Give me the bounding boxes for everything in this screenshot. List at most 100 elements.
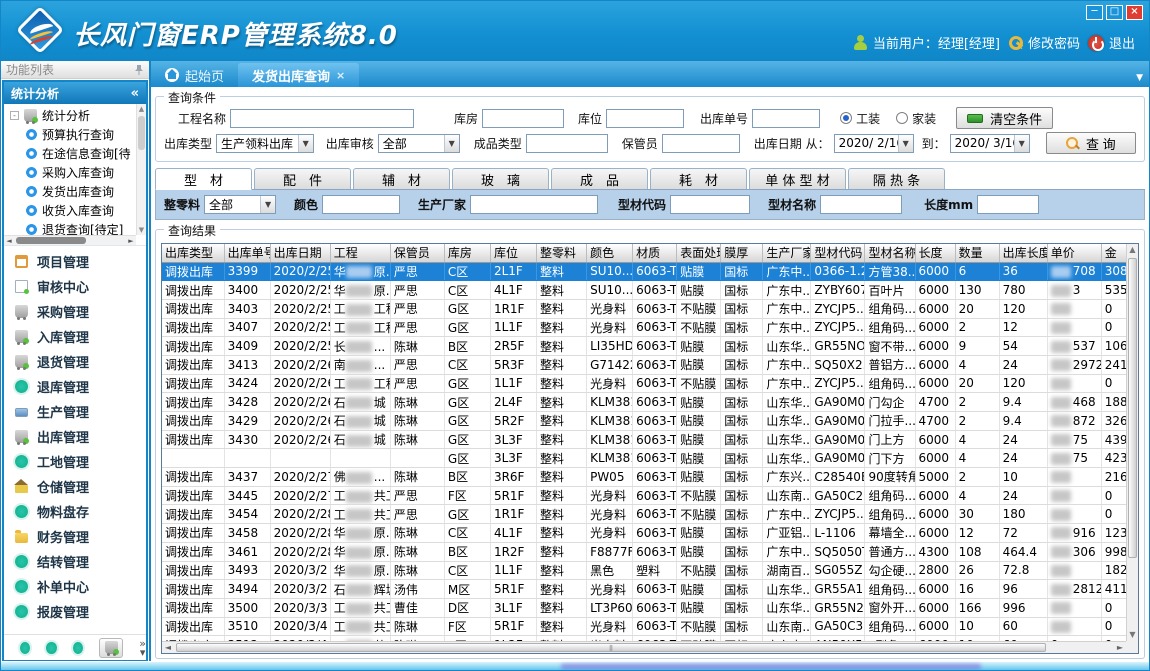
module-dot-button-1[interactable] (20, 642, 30, 654)
scroll-down-icon[interactable]: ▼ (1127, 629, 1138, 641)
grid-row[interactable]: 调拨出库34032020/2/25工工程严思G区1R1F整料光身料6063-T5… (162, 299, 1126, 318)
sidebar-module-15[interactable]: 报废管理 (4, 599, 146, 624)
grid-column-header[interactable]: 库位 (490, 244, 536, 262)
minimize-button[interactable]: ─ (1086, 5, 1103, 20)
sidebar-module-11[interactable]: 物料盘存 (4, 499, 146, 524)
grid-row[interactable]: 调拨出库34542020/2/28工共工程严思G区1R1F整料光身料6063-T… (162, 505, 1126, 524)
grid-column-header[interactable]: 型材名称 (865, 244, 915, 262)
grid-row[interactable]: 调拨出库34292020/2/26石城陈琳G区5R2F整料KLM38176063… (162, 412, 1126, 431)
scroll-left-icon[interactable]: ◄ (162, 642, 174, 654)
color-input[interactable] (322, 195, 400, 214)
material-tab-8[interactable]: 隔 热 条 (848, 168, 945, 189)
tree-item-6[interactable]: 退货查询[待定] (10, 220, 136, 235)
tree-item-5[interactable]: 收货入库查询 (10, 201, 136, 220)
material-tab-6[interactable]: 耗 材 (650, 168, 747, 189)
sidebar-module-5[interactable]: 退货管理 (4, 349, 146, 374)
grid-row[interactable]: 调拨出库34002020/2/25华原...严思C区4L1F整料SU10...6… (162, 281, 1126, 300)
grid-column-header[interactable]: 库房 (444, 244, 490, 262)
sidebar-module-13[interactable]: 结转管理 (4, 549, 146, 574)
material-tab-4[interactable]: 玻 璃 (452, 168, 549, 189)
grid-hscroll-thumb[interactable]: ⦀ (176, 643, 1046, 652)
grid-horizontal-scrollbar[interactable]: ◄ ⦀ ► (162, 641, 1126, 653)
tab-shipping-outbound-query[interactable]: 发货出库查询× (238, 63, 359, 87)
grid-column-header[interactable]: 出库长度 (999, 244, 1047, 262)
grid-row[interactable]: G区3L3F整料KLM38176063-T5贴膜国标山东华...GA90M09.… (162, 449, 1126, 468)
sidebar-module-9[interactable]: 工地管理 (4, 449, 146, 474)
maximize-button[interactable]: □ (1106, 5, 1123, 20)
tree-hscroll-thumb[interactable] (16, 237, 86, 244)
grid-column-header[interactable]: 颜色 (587, 244, 633, 262)
grid-column-header[interactable]: 材质 (633, 244, 677, 262)
close-button[interactable]: × (1126, 5, 1143, 20)
grid-row[interactable]: 调拨出库34372020/2/27佛...陈琳B区3R6F整料PW056063-… (162, 468, 1126, 487)
radio-home[interactable] (896, 112, 908, 124)
material-tab-2[interactable]: 配 件 (254, 168, 351, 189)
grid-column-header[interactable]: 保管员 (390, 244, 444, 262)
tree-item-4[interactable]: 发货出库查询 (10, 182, 136, 201)
factory-input[interactable] (470, 195, 598, 214)
material-tab-7[interactable]: 单 体 型 材 (749, 168, 846, 189)
order-no-input[interactable] (752, 109, 820, 128)
tab-list-dropdown-icon[interactable]: ▼ (1136, 73, 1143, 83)
tree-item-1[interactable]: 预算执行查询 (10, 125, 136, 144)
audit-select[interactable]: 全部 ▼ (378, 134, 460, 153)
module-dot-button-2[interactable] (46, 642, 56, 654)
grid-row[interactable]: 调拨出库35102020/3/4工共工程陈琳F区5R1F整料光身料6063-T5… (162, 617, 1126, 636)
grid-column-header[interactable]: 出库单号 (224, 244, 270, 262)
grid-column-header[interactable]: 膜厚 (721, 244, 763, 262)
module-dot-button-3[interactable] (73, 642, 83, 654)
scroll-right-icon[interactable]: ► (126, 236, 136, 246)
scroll-right-icon[interactable]: ► (1114, 642, 1126, 654)
radio-industrial[interactable] (840, 112, 852, 124)
tree-horizontal-scrollbar[interactable]: ◄ ► (4, 235, 136, 245)
tree-expander-icon[interactable]: - (10, 111, 19, 120)
grid-vscroll-thumb[interactable] (1128, 258, 1137, 558)
grid-column-header[interactable]: 单价 (1047, 244, 1101, 262)
sidebar-module-10[interactable]: 仓储管理 (4, 474, 146, 499)
date-from-picker[interactable]: 2020/ 2/16 ▼ (834, 134, 914, 153)
tree-vscroll-thumb[interactable] (138, 116, 145, 150)
sidebar-module-14[interactable]: 补单中心 (4, 574, 146, 599)
grid-row[interactable]: 调拨出库34942020/3/2石辉城汤伟M区5R1F整料光身料6063-T5贴… (162, 580, 1126, 599)
clear-conditions-button[interactable]: 清空条件 (956, 107, 1053, 129)
keeper-input[interactable] (662, 134, 740, 153)
scroll-up-icon[interactable]: ▲ (1127, 244, 1138, 256)
length-input[interactable] (977, 195, 1039, 214)
tree-root-statistics[interactable]: -统计分析 (10, 106, 136, 125)
sidebar-module-2[interactable]: 审核中心 (4, 274, 146, 299)
sidebar-module-1[interactable]: 项目管理 (4, 249, 146, 274)
material-tab-3[interactable]: 辅 材 (353, 168, 450, 189)
grid-row[interactable]: 调拨出库34302020/2/26石城陈琳G区3L3F整料KLM38176063… (162, 430, 1126, 449)
grid-column-header[interactable]: 出库类型 (162, 244, 224, 262)
grid-row[interactable]: 调拨出库35002020/3/3工共工程曹佳D区3L1F整料LT3P606063… (162, 598, 1126, 617)
sidebar-module-4[interactable]: 入库管理 (4, 324, 146, 349)
scroll-up-icon[interactable]: ▲ (137, 104, 146, 114)
scroll-left-icon[interactable]: ◄ (4, 236, 14, 246)
grid-column-header[interactable]: 整零料 (537, 244, 587, 262)
collapse-icon[interactable]: « (131, 86, 139, 101)
scroll-down-icon[interactable]: ▼ (137, 225, 146, 235)
date-to-picker[interactable]: 2020/ 3/16 ▼ (950, 134, 1030, 153)
whole-piece-select[interactable]: 全部 ▼ (204, 195, 276, 214)
sidebar-section-statistics[interactable]: 统计分析 « (4, 82, 146, 104)
material-tab-1[interactable]: 型 材 (155, 168, 252, 190)
sidebar-module-12[interactable]: 财务管理 (4, 524, 146, 549)
tab-home[interactable]: 起始页 (151, 63, 238, 87)
profile-code-input[interactable] (670, 195, 750, 214)
grid-row[interactable]: 调拨出库34582020/2/28华原...陈琳C区4L1F整料光身料6063-… (162, 524, 1126, 543)
warehouse-input[interactable] (482, 109, 564, 128)
tree-item-3[interactable]: 采购入库查询 (10, 163, 136, 182)
grid-column-header[interactable]: 生产厂家 (763, 244, 811, 262)
grid-row[interactable]: 调拨出库33992020/2/25华原...严思C区2L1F整料SU10...6… (162, 262, 1126, 281)
grid-column-header[interactable]: 工程 (330, 244, 390, 262)
product-type-input[interactable] (526, 134, 608, 153)
grid-column-header[interactable]: 金 (1101, 244, 1126, 262)
grid-row[interactable]: 调拨出库34242020/2/26工工程严思G区1L1F整料光身料6063-T5… (162, 374, 1126, 393)
grid-column-header[interactable]: 型材代码 (811, 244, 865, 262)
sidebar-module-6[interactable]: 退库管理 (4, 374, 146, 399)
sidebar-module-7[interactable]: 生产管理 (4, 399, 146, 424)
grid-row[interactable]: 调拨出库34612020/2/28华原...陈琳B区1R2F整料F8877FT6… (162, 542, 1126, 561)
grid-row[interactable]: 调拨出库34132020/2/26南...严思C区5R3F整料G71422606… (162, 355, 1126, 374)
pin-icon[interactable] (134, 64, 144, 76)
grid-row[interactable]: 调拨出库34072020/2/25工工程严思G区1L1F整料光身料6063-T5… (162, 318, 1126, 337)
